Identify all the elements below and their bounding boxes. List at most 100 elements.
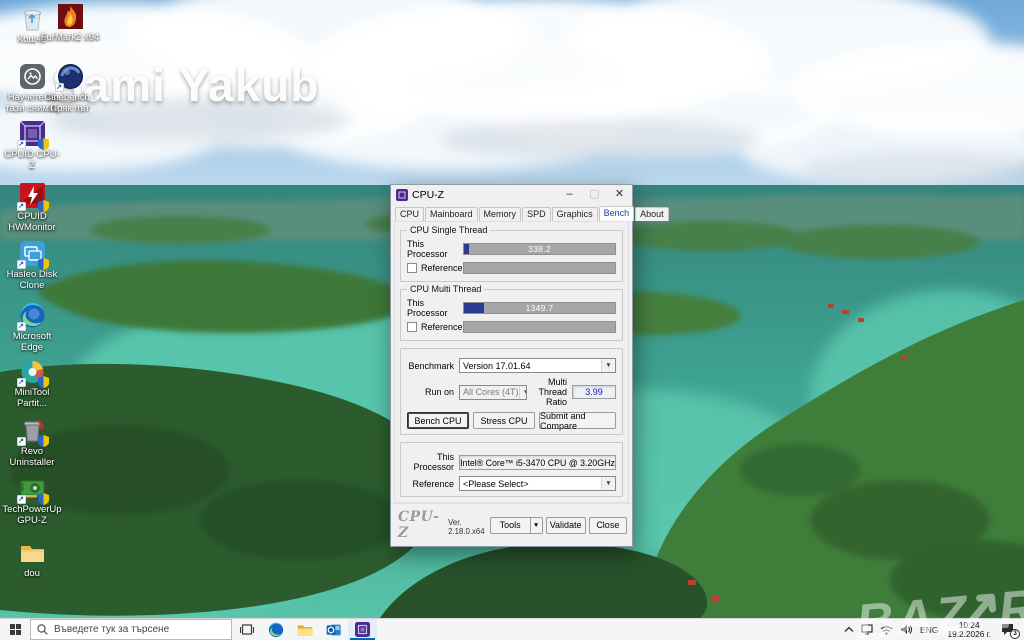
- edge-icon: [268, 622, 284, 638]
- desktop: Sami Yakub Кошче FurMark2 x64 Научете за…: [0, 0, 1024, 640]
- validate-button[interactable]: Validate: [546, 517, 586, 534]
- tab-graphics[interactable]: Graphics: [552, 207, 598, 221]
- tools-dropdown-arrow[interactable]: ▼: [530, 517, 543, 534]
- close-button-footer[interactable]: Close: [589, 517, 627, 534]
- close-button[interactable]: ✕: [607, 185, 632, 204]
- desktop-icon-edge[interactable]: ↗ Microsoft Edge: [2, 302, 62, 353]
- language-indicator[interactable]: ENG: [920, 625, 938, 635]
- notification-center-button[interactable]: 3: [1000, 622, 1018, 638]
- cpu-multi-thread-group: CPU Multi Thread This Processor 1349.7 R…: [400, 289, 623, 341]
- window-title: CPU-Z: [412, 189, 444, 201]
- taskbar-file-explorer-button[interactable]: [290, 619, 319, 640]
- processor-name-value: Intel® Core™ i5-3470 CPU @ 3.20GHz: [459, 455, 616, 470]
- bench-tab-content: CPU Single Thread This Processor 338.2 R…: [394, 221, 629, 503]
- tray-network-icon[interactable]: [880, 625, 893, 635]
- taskbar-edge-button[interactable]: [261, 619, 290, 640]
- icon-label: TechPowerUp GPU-Z: [2, 504, 62, 526]
- desktop-icon-hasleo[interactable]: ↗ Hasleo Disk Clone: [2, 240, 62, 291]
- uac-shield-icon: [38, 493, 49, 505]
- icon-label: MiniTool Partit...: [2, 387, 62, 409]
- uac-shield-icon: [38, 138, 49, 150]
- tab-spd[interactable]: SPD: [522, 207, 551, 221]
- this-processor-label: This Processor: [407, 452, 459, 472]
- uac-shield-icon: [38, 435, 49, 447]
- cpuz-window: CPU-Z – ▢ ✕ CPU Mainboard Memory SPD Gra…: [390, 184, 633, 547]
- run-on-select: All Cores (4T) ▼: [459, 385, 527, 400]
- desktop-icon-dou-folder[interactable]: dou: [2, 539, 62, 579]
- this-processor-label: This Processor: [407, 239, 463, 259]
- cinebench-icon: ↗: [57, 63, 84, 90]
- cpuz-icon: [355, 622, 370, 637]
- taskbar-search[interactable]: [30, 619, 232, 640]
- tab-cpu[interactable]: CPU: [395, 207, 424, 221]
- run-on-label: Run on: [407, 387, 459, 397]
- window-footer: CPU-Z Ver. 2.18.0.x64 Tools ▼ Validate C…: [391, 503, 632, 546]
- clock-date: 19.2.2026 г.: [947, 630, 991, 639]
- reference-checkbox[interactable]: [407, 263, 417, 273]
- task-view-button[interactable]: [232, 619, 261, 640]
- notification-count-badge: 3: [1010, 629, 1020, 639]
- minimize-button[interactable]: –: [557, 185, 582, 204]
- reference-label: Reference: [421, 263, 463, 273]
- shortcut-arrow-icon: ↗: [17, 140, 26, 149]
- hasleo-disk-clone-icon: ↗: [19, 240, 46, 267]
- taskbar-outlook-button[interactable]: [319, 619, 348, 640]
- start-button[interactable]: [0, 619, 30, 640]
- shortcut-arrow-icon: ↗: [55, 83, 64, 92]
- desktop-icon-hwmonitor[interactable]: ↗ CPUID HWMonitor: [2, 182, 62, 233]
- title-bar[interactable]: CPU-Z – ▢ ✕: [391, 185, 632, 204]
- group-title: CPU Multi Thread: [407, 284, 484, 294]
- minitool-partition-icon: ↗: [19, 358, 46, 385]
- icon-label: Microsoft Edge: [2, 331, 62, 353]
- multi-thread-score: 1349.7: [464, 303, 615, 313]
- benchmark-version-select[interactable]: Version 17.01.64 ▼: [459, 358, 616, 373]
- bench-cpu-button[interactable]: Bench CPU: [407, 412, 469, 429]
- gpuz-icon: ↗: [19, 475, 46, 502]
- tab-strip: CPU Mainboard Memory SPD Graphics Bench …: [391, 204, 632, 221]
- edge-icon: ↗: [19, 302, 46, 329]
- reference-checkbox[interactable]: [407, 322, 417, 332]
- taskbar-clock[interactable]: 10:24 19.2.2026 г.: [945, 621, 993, 639]
- icon-label: Revo Uninstaller: [2, 446, 62, 468]
- reference-label: Reference: [407, 479, 459, 489]
- desktop-icon-cinebench[interactable]: ↗ Cinebench - Пряк път: [40, 63, 100, 114]
- tools-split-button[interactable]: Tools ▼: [490, 517, 543, 534]
- cpu-single-thread-group: CPU Single Thread This Processor 338.2 R…: [400, 230, 623, 282]
- tab-bench[interactable]: Bench: [599, 206, 635, 221]
- tray-volume-icon[interactable]: [900, 624, 913, 635]
- tools-button[interactable]: Tools: [490, 517, 530, 534]
- desktop-icon-furmark[interactable]: FurMark2 x64: [40, 3, 100, 43]
- desktop-icon-gpuz[interactable]: ↗ TechPowerUp GPU-Z: [2, 475, 62, 526]
- cpuz-app-icon: [396, 189, 408, 201]
- shortcut-arrow-icon: ↗: [17, 202, 26, 211]
- stress-cpu-button[interactable]: Stress CPU: [473, 412, 535, 429]
- tab-about[interactable]: About: [635, 207, 669, 221]
- single-thread-score: 338.2: [464, 244, 615, 254]
- shortcut-arrow-icon: ↗: [17, 260, 26, 269]
- furmark-icon: [57, 3, 84, 30]
- submit-and-compare-button[interactable]: Submit and Compare: [539, 412, 616, 429]
- desktop-icon-cpuid-cpuz[interactable]: ↗ CPUID CPU-Z: [2, 120, 62, 171]
- desktop-icon-revo[interactable]: ↗ Revo Uninstaller: [2, 417, 62, 468]
- uac-shield-icon: [38, 200, 49, 212]
- search-input[interactable]: [54, 624, 214, 635]
- outlook-icon: [326, 622, 342, 638]
- icon-label: Cinebench - Пряк път: [40, 92, 100, 114]
- icon-label: dou: [2, 568, 62, 579]
- desktop-icon-minitool[interactable]: ↗ MiniTool Partit...: [2, 358, 62, 409]
- reference-processor-select[interactable]: <Please Select> ▼: [459, 476, 616, 491]
- processor-compare-group: This Processor Intel® Core™ i5-3470 CPU …: [400, 442, 623, 497]
- tab-memory[interactable]: Memory: [479, 207, 522, 221]
- version-text: Ver. 2.18.0.x64: [448, 518, 484, 536]
- tab-mainboard[interactable]: Mainboard: [425, 207, 478, 221]
- shortcut-arrow-icon: ↗: [17, 495, 26, 504]
- icon-label: CPUID CPU-Z: [2, 149, 62, 171]
- this-processor-label: This Processor: [407, 298, 463, 318]
- tray-display-icon[interactable]: [861, 624, 873, 635]
- search-icon: [37, 624, 48, 635]
- shortcut-arrow-icon: ↗: [17, 378, 26, 387]
- taskbar-cpuz-button[interactable]: [348, 619, 377, 640]
- folder-icon: [19, 539, 46, 566]
- tray-chevron-up-icon[interactable]: [844, 626, 854, 633]
- multi-thread-score-bar: 1349.7: [463, 302, 616, 314]
